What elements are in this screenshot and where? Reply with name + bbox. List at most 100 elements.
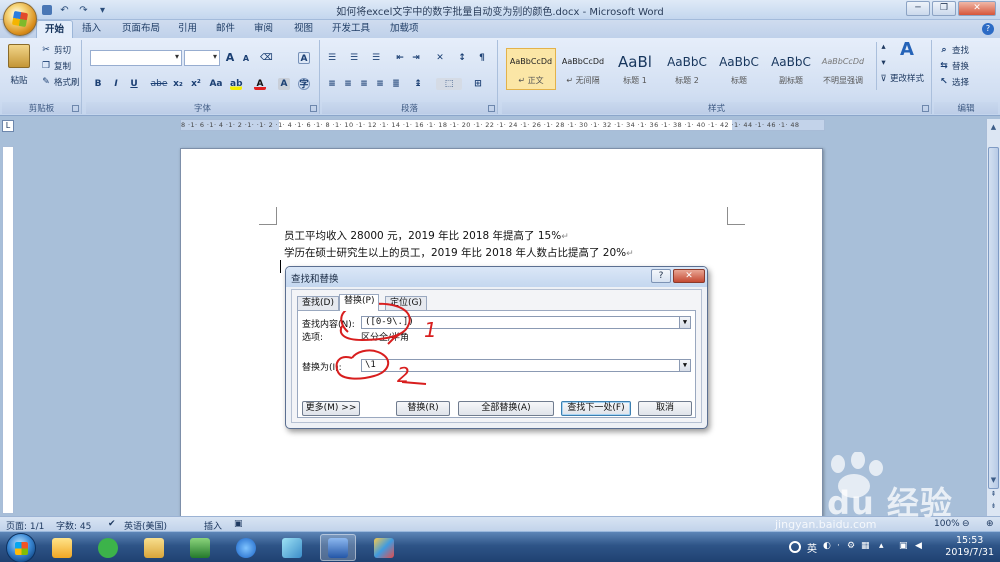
tab-mailings[interactable]: 邮件: [208, 20, 243, 38]
next-page-icon[interactable]: ⇟: [988, 500, 999, 512]
style-normal[interactable]: AaBbCcDd ↵ 正文: [506, 48, 556, 90]
dropdown-arrow-icon[interactable]: ▼: [679, 317, 690, 328]
format-painter-button[interactable]: ✎ 格式刷: [40, 76, 79, 88]
vertical-scrollbar[interactable]: ▲ ▼ ⇞ ⇟: [986, 119, 1000, 516]
align-right-icon[interactable]: ≡: [358, 78, 370, 90]
grow-font-icon[interactable]: A: [224, 52, 236, 64]
line-spacing-icon[interactable]: ↨: [412, 78, 424, 90]
taskbar-wechat[interactable]: [90, 534, 126, 561]
taskbar-qq[interactable]: [44, 534, 80, 561]
settings-icon[interactable]: ⚙: [847, 541, 855, 551]
tab-goto[interactable]: 定位(G): [385, 296, 427, 310]
strikethrough-icon[interactable]: abe: [150, 78, 168, 90]
paste-button[interactable]: 粘贴: [8, 44, 30, 86]
tab-home[interactable]: 开始: [36, 20, 74, 38]
chinese-layout-icon[interactable]: ✕: [434, 52, 446, 64]
borders-icon[interactable]: ⊞: [472, 78, 484, 90]
help-icon[interactable]: ?: [982, 23, 994, 35]
taskbar-paint[interactable]: [366, 534, 402, 561]
scroll-thumb[interactable]: [988, 147, 999, 489]
tray-icon[interactable]: ◐: [823, 541, 831, 551]
vertical-ruler[interactable]: [2, 146, 14, 514]
char-shading-icon[interactable]: A: [278, 78, 290, 90]
style-no-spacing[interactable]: AaBbCcDd ↵ 无间隔: [558, 48, 608, 90]
tab-developer[interactable]: 开发工具: [324, 20, 378, 38]
find-next-button[interactable]: 查找下一处(F): [561, 401, 631, 416]
increase-indent-icon[interactable]: ⇥: [410, 52, 422, 64]
font-size-combo[interactable]: [184, 50, 220, 66]
scroll-up-icon[interactable]: ▲: [988, 121, 999, 133]
char-border-icon[interactable]: A: [298, 52, 310, 64]
spell-check-icon[interactable]: ✔: [108, 519, 116, 529]
tab-review[interactable]: 审阅: [246, 20, 281, 38]
italic-icon[interactable]: I: [110, 78, 122, 90]
taskbar-excel[interactable]: [182, 534, 218, 561]
align-center-icon[interactable]: ≡: [342, 78, 354, 90]
maximize-button[interactable]: ❐: [932, 1, 956, 16]
replace-button[interactable]: ⇆ 替换: [938, 60, 969, 72]
dropdown-arrow-icon[interactable]: ▼: [679, 360, 690, 371]
shading-icon[interactable]: ⬚: [436, 78, 462, 90]
tab-replace[interactable]: 替换(P): [339, 294, 380, 311]
decrease-indent-icon[interactable]: ⇤: [394, 52, 406, 64]
show-hidden-icons[interactable]: ▴: [879, 541, 884, 551]
taskbar-sogou[interactable]: [228, 534, 264, 561]
tab-find[interactable]: 查找(D): [297, 296, 339, 310]
dialog-close-button[interactable]: ✕: [673, 269, 705, 283]
find-what-input[interactable]: ([0-9\.]) ▼: [361, 316, 691, 329]
redo-icon[interactable]: ↷: [77, 4, 90, 17]
undo-icon[interactable]: ↶: [58, 4, 71, 17]
tab-references[interactable]: 引用: [170, 20, 205, 38]
numbering-icon[interactable]: ☰: [348, 52, 360, 64]
clear-format-icon[interactable]: ⌫: [260, 52, 273, 64]
volume-icon[interactable]: ◀: [915, 541, 922, 551]
bold-icon[interactable]: B: [92, 78, 104, 90]
prev-page-icon[interactable]: ⇞: [988, 488, 999, 500]
start-button[interactable]: [6, 533, 36, 562]
zoom-out-icon[interactable]: ⊖: [962, 519, 970, 529]
style-title[interactable]: AaBbC 标题: [714, 48, 764, 90]
change-case-icon[interactable]: Aa: [208, 78, 224, 90]
clipboard-launcher-icon[interactable]: [72, 105, 79, 112]
scroll-down-icon[interactable]: ▼: [988, 474, 999, 486]
dialog-titlebar[interactable]: 查找和替换 ? ✕: [286, 267, 707, 287]
tray-icon[interactable]: ▦: [861, 541, 870, 551]
subscript-icon[interactable]: x₂: [172, 78, 184, 90]
copy-button[interactable]: ❐ 复制: [40, 60, 71, 72]
close-button[interactable]: ✕: [958, 1, 996, 16]
taskbar-app[interactable]: [274, 534, 310, 561]
replace-all-button[interactable]: 全部替换(A): [458, 401, 554, 416]
show-marks-icon[interactable]: ¶: [476, 52, 488, 64]
tray-icon[interactable]: ·: [837, 541, 840, 551]
style-subtle-emphasis[interactable]: AaBbCcDd 不明显强调: [818, 48, 868, 90]
input-language[interactable]: 英: [807, 540, 817, 555]
style-heading-2[interactable]: AaBbC 标题 2: [662, 48, 712, 90]
more-button[interactable]: 更多(M) >>: [302, 401, 360, 416]
replace-with-input[interactable]: \1 ▼: [361, 359, 691, 372]
bullets-icon[interactable]: ☰: [326, 52, 338, 64]
sort-icon[interactable]: ↕: [456, 52, 468, 64]
cut-button[interactable]: ✂ 剪切: [40, 44, 71, 56]
font-color-icon[interactable]: A: [254, 78, 266, 90]
clock[interactable]: 15:53 2019/7/31: [945, 535, 994, 559]
taskbar-explorer[interactable]: [136, 534, 172, 561]
enclose-char-icon[interactable]: 字: [298, 78, 310, 90]
superscript-icon[interactable]: x²: [190, 78, 202, 90]
dialog-help-button[interactable]: ?: [651, 269, 671, 283]
document-line-2[interactable]: 学历在硕士研究生以上的员工，2019 年比 2018 年人数占比提高了 20%↵: [284, 245, 634, 260]
horizontal-ruler[interactable]: 8 ·1· 6 ·1· 4 ·1· 2 ·1· ·1· 2 ·1· 4 ·1· …: [180, 119, 825, 131]
minimize-button[interactable]: ─: [906, 1, 930, 16]
tray-icon[interactable]: [789, 541, 801, 553]
styles-launcher-icon[interactable]: [922, 105, 929, 112]
tab-selector-icon[interactable]: L: [2, 120, 14, 132]
office-button[interactable]: [3, 2, 37, 36]
document-line-1[interactable]: 员工平均收入 28000 元，2019 年比 2018 年提高了 15%↵: [284, 228, 569, 243]
font-name-combo[interactable]: [90, 50, 182, 66]
cancel-button[interactable]: 取消: [638, 401, 692, 416]
highlight-icon[interactable]: ab: [230, 78, 243, 90]
macro-record-icon[interactable]: ▣: [234, 519, 243, 529]
multilevel-icon[interactable]: ☰: [370, 52, 382, 64]
paragraph-launcher-icon[interactable]: [488, 105, 495, 112]
zoom-in-icon[interactable]: ⊕: [986, 519, 994, 529]
underline-icon[interactable]: U: [128, 78, 140, 90]
